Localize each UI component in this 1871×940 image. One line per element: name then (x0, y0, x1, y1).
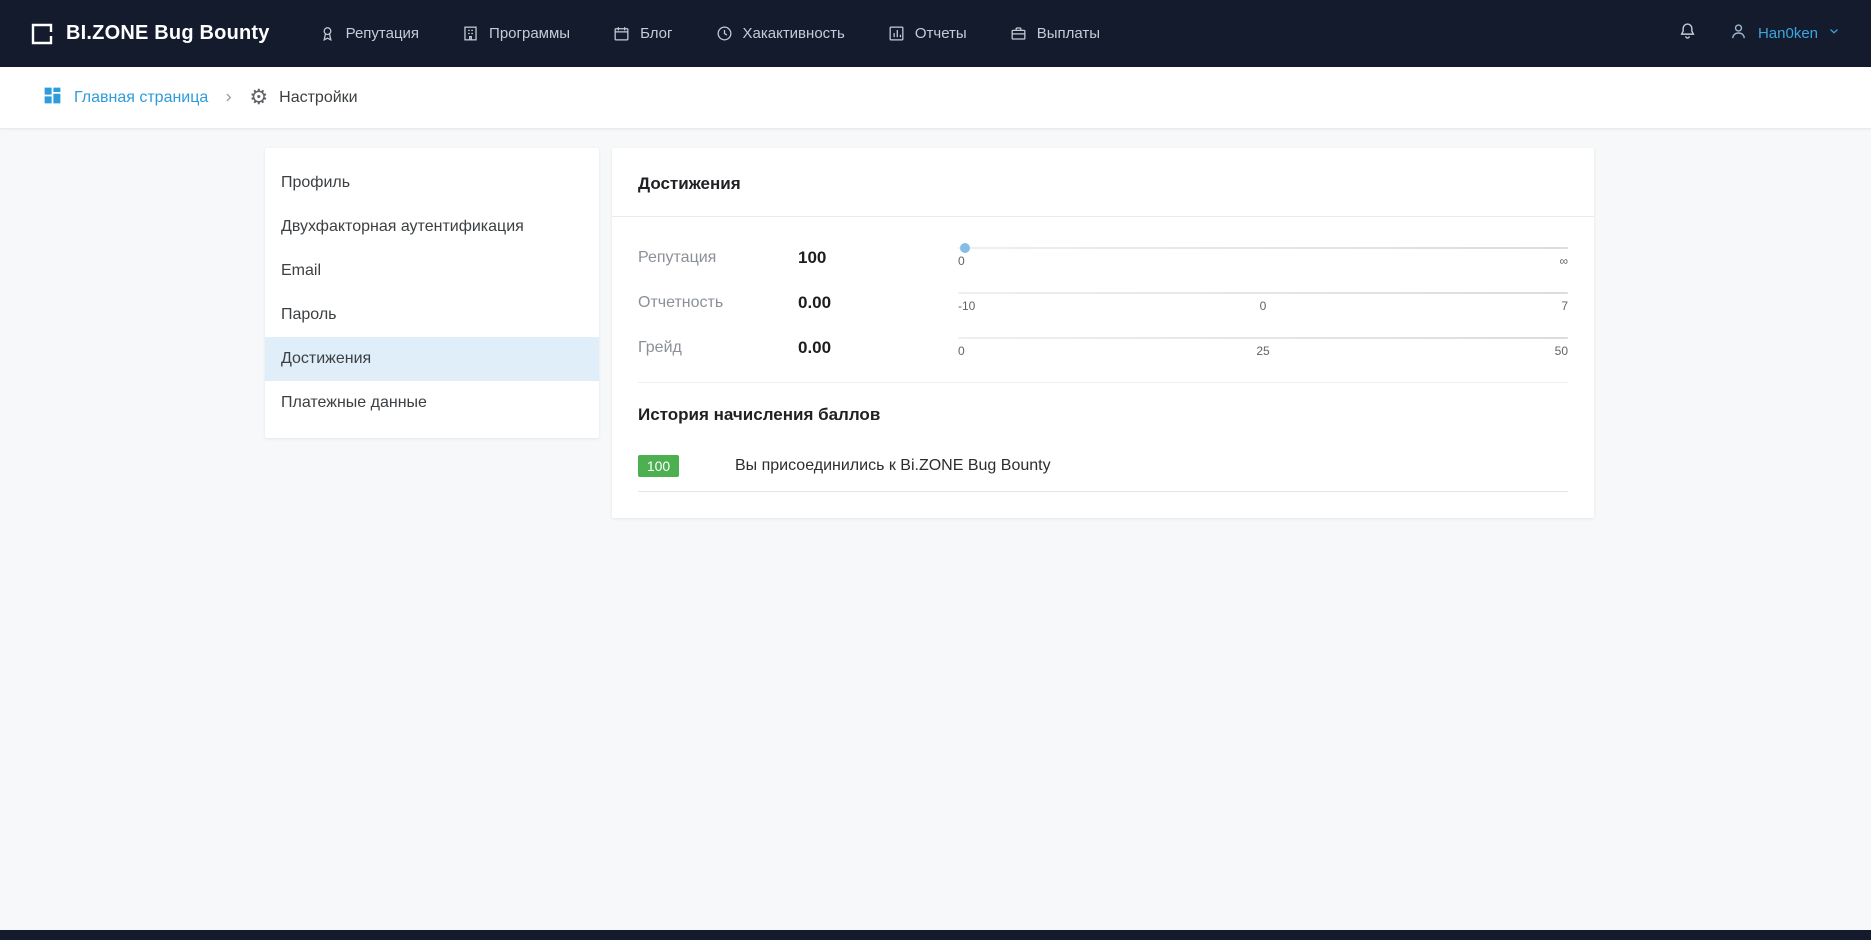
user-icon (1728, 21, 1749, 47)
programs-icon (461, 24, 480, 43)
brand-text: BI.ZONE Bug Bounty (66, 22, 270, 45)
brand-logo-link[interactable]: BI.ZONE Bug Bounty (30, 22, 270, 46)
scale-max: 50 (1555, 344, 1568, 358)
nav-item-label: Хакактивность (743, 25, 845, 42)
top-navbar: BI.ZONE Bug Bounty Репутация Программы Б… (0, 0, 1871, 67)
bizone-logo-icon (30, 22, 54, 46)
settings-menu-item-2fa[interactable]: Двухфакторная аутентификация (265, 205, 599, 249)
metric-label: Репутация (638, 249, 798, 267)
nav-item-hackactivity[interactable]: Хакактивность (715, 24, 845, 43)
metric-value: 0.00 (798, 338, 958, 358)
history-text: Вы присоединились к Bi.ZONE Bug Bounty (735, 457, 1051, 475)
navbar-right: Han0ken (1677, 21, 1841, 47)
metric-value: 100 (798, 248, 958, 268)
scale-mid: 25 (1256, 344, 1269, 358)
slider-track (958, 247, 1568, 249)
metric-row-reporting: Отчетность 0.00 -10 0 7 (638, 292, 1568, 313)
chevron-right-icon (222, 91, 235, 104)
metric-row-grade: Грейд 0.00 0 25 50 (638, 337, 1568, 358)
slider-track (958, 292, 1568, 294)
history-row: 100 Вы присоединились к Bi.ZONE Bug Boun… (638, 455, 1568, 492)
metric-value: 0.00 (798, 293, 958, 313)
slider-dot (960, 243, 970, 253)
scale-max: 7 (1561, 299, 1568, 313)
slider-scale: 0 25 50 (958, 344, 1568, 358)
user-menu[interactable]: Han0ken (1728, 21, 1841, 47)
panel-title: Достижения (638, 174, 1568, 194)
settings-menu-item-email[interactable]: Email (265, 249, 599, 293)
settings-menu-item-achievements[interactable]: Достижения (265, 337, 599, 381)
nav-item-label: Программы (489, 25, 570, 42)
scale-min: -10 (958, 299, 975, 313)
scale-mid: 0 (1260, 299, 1267, 313)
achievements-body: Репутация 100 0 ∞ Отчетность 0.00 (612, 217, 1594, 518)
breadcrumb-home-label: Главная страница (74, 89, 208, 107)
gear-icon: ⚙ (249, 87, 268, 108)
reputation-icon (318, 24, 337, 43)
hackactivity-icon (715, 24, 734, 43)
history-title: История начисления баллов (638, 405, 1568, 425)
slider-scale: 0 ∞ (958, 254, 1568, 268)
blog-icon (612, 24, 631, 43)
nav-item-reputation[interactable]: Репутация (318, 24, 419, 43)
scale-min: 0 (958, 344, 965, 358)
settings-menu: Профиль Двухфакторная аутентификация Ema… (265, 148, 599, 438)
breadcrumb: Главная страница ⚙ Настройки (0, 67, 1871, 129)
breadcrumb-current-label: Настройки (279, 89, 357, 107)
nav-item-label: Блог (640, 25, 672, 42)
nav-item-label: Отчеты (915, 25, 967, 42)
metric-row-reputation: Репутация 100 0 ∞ (638, 247, 1568, 268)
section-divider (638, 382, 1568, 383)
chevron-down-icon (1827, 24, 1841, 43)
metric-label: Грейд (638, 339, 798, 357)
payouts-icon (1009, 24, 1028, 43)
nav-item-label: Репутация (346, 25, 419, 42)
footer-edge (0, 930, 1871, 940)
nav-item-reports[interactable]: Отчеты (887, 24, 967, 43)
metric-slider: 0 ∞ (958, 247, 1568, 268)
metric-label: Отчетность (638, 294, 798, 312)
slider-scale: -10 0 7 (958, 299, 1568, 313)
main-content: Профиль Двухфакторная аутентификация Ema… (265, 148, 1871, 518)
nav-item-blog[interactable]: Блог (612, 24, 672, 43)
nav-item-payouts[interactable]: Выплаты (1009, 24, 1100, 43)
settings-menu-item-profile[interactable]: Профиль (265, 161, 599, 205)
reports-icon (887, 24, 906, 43)
nav-item-label: Выплаты (1037, 25, 1100, 42)
notification-bell-icon[interactable] (1677, 21, 1698, 47)
breadcrumb-current: ⚙ Настройки (249, 87, 357, 108)
metric-slider: 0 25 50 (958, 337, 1568, 358)
main-nav: Репутация Программы Блог Хакактивность О… (318, 24, 1100, 43)
achievements-header: Достижения (612, 148, 1594, 217)
user-name: Han0ken (1758, 25, 1818, 42)
achievements-panel: Достижения Репутация 100 0 ∞ От (612, 148, 1594, 518)
breadcrumb-home-link[interactable]: Главная страница (42, 85, 208, 111)
nav-item-programs[interactable]: Программы (461, 24, 570, 43)
scale-min: 0 (958, 254, 965, 268)
metric-slider: -10 0 7 (958, 292, 1568, 313)
scale-max: ∞ (1559, 254, 1568, 268)
settings-menu-item-password[interactable]: Пароль (265, 293, 599, 337)
points-badge: 100 (638, 455, 679, 477)
slider-track (958, 337, 1568, 339)
dashboard-grid-icon (42, 85, 63, 111)
settings-menu-item-payment[interactable]: Платежные данные (265, 381, 599, 425)
